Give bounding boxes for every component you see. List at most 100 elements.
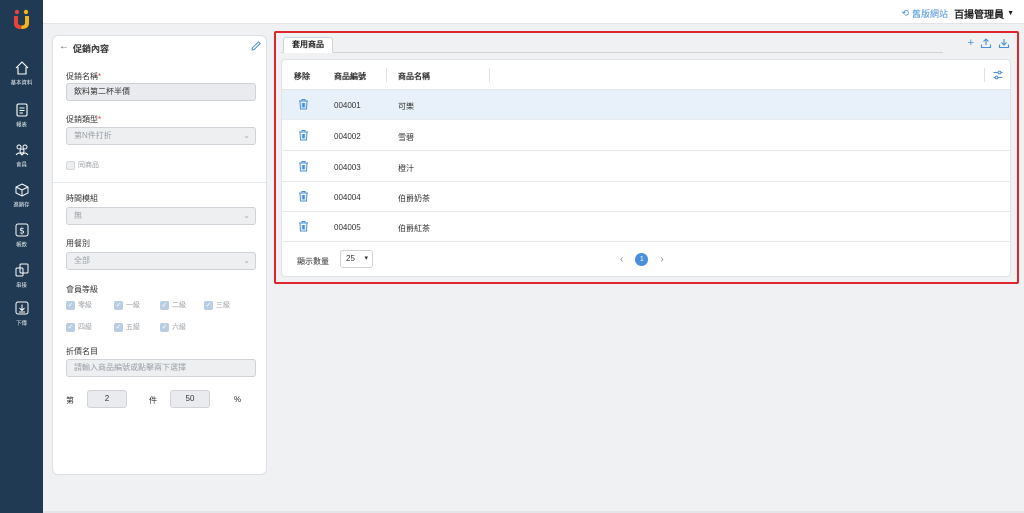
level-checkbox[interactable]: ✓ 零級 (66, 300, 92, 310)
table-toolbar: + (968, 37, 1010, 49)
tab-applied-products[interactable]: 套用商品 (283, 37, 333, 53)
column-separator[interactable] (984, 68, 985, 82)
chevron-down-icon: ⌄ (243, 256, 250, 265)
connect-icon (15, 263, 28, 277)
promo-name-label: 促銷名稱* (66, 72, 102, 81)
same-product-checkbox[interactable]: 同商品 (66, 160, 99, 170)
nth-unit: 件 (149, 396, 157, 405)
table-row[interactable]: 004004 伯爵奶茶 (282, 182, 1010, 212)
trash-icon[interactable] (298, 129, 309, 141)
trash-icon[interactable] (298, 160, 309, 172)
column-settings-icon[interactable] (992, 69, 1004, 81)
divider (53, 182, 266, 183)
download-icon (15, 301, 28, 315)
level-label: 二級 (172, 302, 186, 309)
inventory-icon (15, 183, 28, 197)
add-icon[interactable]: + (968, 37, 974, 49)
percent-input[interactable]: 50 (170, 390, 210, 408)
top-bar: ⟲ 舊版網站 百揚管理員 ▼ (43, 0, 1024, 24)
product-tab-bar: 套用商品 (281, 37, 943, 53)
table-row[interactable]: 004002 雪碧 (282, 121, 1010, 151)
promo-type-select[interactable]: 第N件打折 ⌄ (66, 127, 256, 145)
col-name[interactable]: 商品名稱 (398, 71, 430, 82)
product-code: 004001 (334, 101, 361, 110)
old-site-label: 舊版網站 (911, 9, 948, 19)
nav-item-basic-data[interactable]: 基本資料 (0, 60, 43, 87)
nav-label: 會員 (16, 163, 27, 169)
level-label: 三級 (216, 302, 230, 309)
percent-unit: % (234, 395, 242, 404)
time-module-value: 無 (74, 211, 82, 220)
app-logo-icon (14, 9, 29, 29)
table-row[interactable]: 004005 伯爵紅茶 (282, 212, 1010, 242)
pagination: ‹ 1 › (620, 253, 664, 266)
nav-item-connect[interactable]: 串接 (0, 262, 43, 289)
check-icon: ✓ (66, 322, 75, 332)
discount-item-input[interactable]: 請輸入商品編號或點擊兩下選擇 (66, 359, 256, 377)
product-name: 橙汁 (398, 164, 414, 173)
chevron-down-icon: ⌄ (243, 211, 250, 220)
promo-panel: ← 促銷內容 促銷名稱* 飲料第二杯半價 促銷類型* 第N件打折 ⌄ 同商品 時… (52, 35, 267, 475)
column-separator[interactable] (489, 68, 490, 82)
level-checkbox[interactable]: ✓ 五級 (114, 322, 140, 332)
next-page-icon[interactable]: › (660, 254, 663, 265)
user-menu[interactable]: 百揚管理員 ▼ (954, 6, 1014, 21)
product-name: 雪碧 (398, 133, 414, 142)
check-icon: ✓ (160, 322, 169, 332)
level-label: 四級 (78, 324, 92, 331)
level-checkbox[interactable]: ✓ 四級 (66, 322, 92, 332)
check-icon: ✓ (114, 322, 123, 332)
caret-down-icon: ▼ (1007, 10, 1014, 17)
svg-text:$: $ (19, 227, 25, 237)
time-module-select[interactable]: 無 ⌄ (66, 207, 256, 225)
upload-icon[interactable] (980, 37, 992, 49)
promo-header: ← 促銷內容 (53, 36, 266, 58)
trash-icon[interactable] (298, 190, 309, 202)
refresh-icon: ⟲ (901, 8, 909, 18)
table-row[interactable]: 004003 橙汁 (282, 152, 1010, 182)
level-label: 零級 (78, 302, 92, 309)
level-checkbox[interactable]: ✓ 二級 (160, 300, 186, 310)
check-icon: ✓ (114, 300, 123, 310)
trash-icon[interactable] (298, 220, 309, 232)
level-checkbox[interactable]: ✓ 三級 (204, 300, 230, 310)
level-label: 一級 (126, 302, 140, 309)
check-icon: ✓ (160, 300, 169, 310)
nth-quantity-input[interactable]: 2 (87, 390, 127, 408)
table-row[interactable]: 004001 可樂 (282, 90, 1010, 120)
level-label: 六級 (172, 324, 186, 331)
col-code[interactable]: 商品編號 (334, 71, 366, 82)
nav-item-inventory[interactable]: 進銷存 (0, 182, 43, 209)
nav-item-download[interactable]: 下傳 (0, 300, 43, 327)
back-arrow-icon[interactable]: ← (59, 41, 69, 52)
old-site-link[interactable]: ⟲ 舊版網站 (901, 7, 948, 20)
nav-label: 下傳 (16, 321, 27, 327)
nav-item-accounts[interactable]: $ 帳款 (0, 222, 43, 249)
table-header: 移除 商品編號 商品名稱 (282, 60, 1010, 90)
product-table: 移除 商品編號 商品名稱 004001 可樂 004002 雪碧 004003 … (281, 59, 1011, 277)
nav-label: 報表 (16, 123, 27, 129)
download-icon[interactable] (998, 37, 1010, 49)
level-checkbox[interactable]: ✓ 一級 (114, 300, 140, 310)
column-separator[interactable] (386, 68, 387, 82)
time-module-label: 時間模組 (66, 194, 98, 203)
trash-icon[interactable] (298, 98, 309, 110)
pencil-icon[interactable] (250, 40, 262, 52)
page-size-value: 25 (346, 254, 355, 263)
member-level-label: 會員等級 (66, 285, 98, 294)
promo-name-input[interactable]: 飲料第二杯半價 (66, 83, 256, 101)
nav-item-members[interactable]: 會員 (0, 142, 43, 169)
page-size-select[interactable]: 25 ▾ (340, 250, 373, 268)
check-icon: ✓ (66, 300, 75, 310)
level-checkbox[interactable]: ✓ 六級 (160, 322, 186, 332)
page-number[interactable]: 1 (635, 253, 649, 266)
discount-item-label: 折價名目 (66, 347, 98, 356)
checkbox-icon (66, 160, 75, 170)
meal-type-select[interactable]: 全部 ⌄ (66, 252, 256, 270)
home-icon (15, 61, 28, 75)
nav-label: 基本資料 (10, 81, 33, 87)
nav-item-reports[interactable]: 報表 (0, 102, 43, 129)
col-remove: 移除 (294, 72, 310, 81)
prev-page-icon[interactable]: ‹ (620, 254, 623, 265)
same-product-label: 同商品 (78, 162, 99, 169)
